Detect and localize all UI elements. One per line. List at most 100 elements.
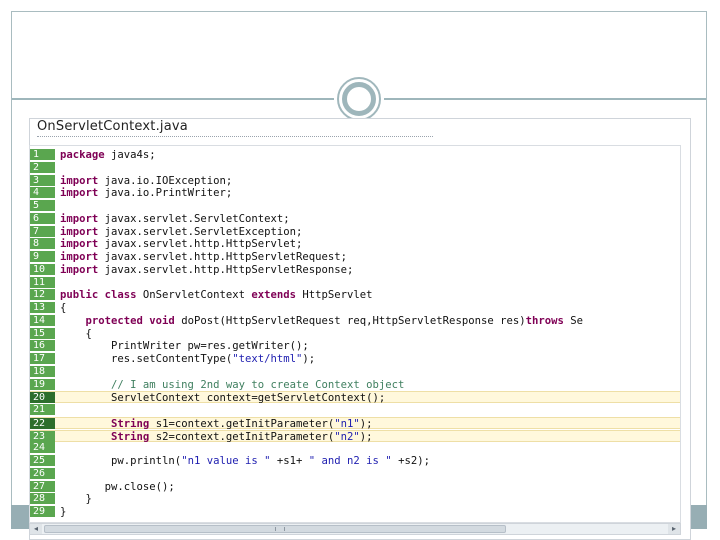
code-line[interactable]: 2: [30, 161, 680, 174]
code-line[interactable]: 10 import javax.servlet.http.HttpServletR…: [30, 263, 680, 276]
line-number: 10: [30, 263, 55, 276]
code-text: public class OnServletContext extends Ht…: [60, 289, 373, 301]
code-line[interactable]: 3 import java.io.IOException;: [30, 174, 680, 187]
code-line[interactable]: 1 package java4s;: [30, 149, 680, 161]
code-token: "n1 value is ": [181, 455, 271, 467]
code-line[interactable]: 22 String s1=context.getInitParameter("n…: [30, 416, 680, 430]
line-number: 5: [30, 200, 55, 212]
line-number: 7: [30, 225, 55, 238]
code-token: java4s;: [111, 149, 156, 161]
code-line[interactable]: 12 public class OnServletContext extends …: [30, 289, 680, 302]
line-number: 22: [30, 417, 55, 430]
code-line[interactable]: 29}: [30, 506, 680, 518]
code-token: java.io.IOException;: [104, 174, 233, 187]
code-line[interactable]: 15 {: [30, 327, 680, 340]
scroll-right-icon[interactable]: ▸: [668, 524, 680, 534]
code-text: import java.io.IOException;: [60, 175, 232, 187]
code-token: throws: [525, 314, 571, 327]
editor-tab-title[interactable]: OnServletContext.java: [37, 119, 188, 134]
divider-left: [12, 98, 334, 100]
scroll-left-icon[interactable]: ◂: [30, 524, 42, 534]
code-token: protected void: [85, 314, 182, 327]
code-token: }: [60, 493, 92, 506]
line-number: 13: [30, 302, 55, 314]
code-line[interactable]: 17 res.setContentType("text/html");: [30, 353, 680, 365]
code-line[interactable]: 9 import javax.servlet.http.HttpServletRe…: [30, 251, 680, 263]
line-number: 1: [30, 149, 55, 161]
line-number: 16: [30, 340, 55, 353]
code-text: import java.io.PrintWriter;: [60, 187, 232, 199]
code-token: " and n2 is ": [308, 455, 392, 467]
line-number: 17: [30, 353, 55, 365]
code-text: }: [60, 506, 66, 518]
code-token: "n1": [334, 417, 360, 430]
line-number: 18: [30, 365, 55, 378]
code-line[interactable]: 7 import javax.servlet.ServletException;: [30, 225, 680, 238]
line-number: 20: [30, 392, 55, 405]
code-line[interactable]: 5: [30, 200, 680, 212]
code-token: // I am using 2nd way to create Context …: [60, 378, 405, 391]
line-number: 11: [30, 276, 55, 289]
code-text: ServletContext context=getServletContext…: [60, 392, 385, 404]
code-line[interactable]: 6 import javax.servlet.ServletContext;: [30, 212, 680, 225]
code-token: pw.println(: [60, 455, 182, 467]
code-line[interactable]: 4 import java.io.PrintWriter;: [30, 187, 680, 200]
code-text: res.setContentType("text/html");: [60, 353, 315, 365]
code-line[interactable]: 28 }: [30, 493, 680, 506]
line-number: 14: [30, 314, 55, 327]
code-token: }: [60, 506, 67, 518]
line-number: 2: [30, 161, 55, 174]
line-number: 6: [30, 212, 55, 225]
code-text: pw.close();: [60, 481, 175, 493]
code-token: import: [60, 174, 105, 187]
code-line[interactable]: 18: [30, 365, 680, 378]
code-text: {: [60, 302, 66, 314]
code-line[interactable]: 13 {: [30, 302, 680, 314]
line-number: 8: [30, 238, 55, 251]
code-line[interactable]: 11: [30, 276, 680, 289]
code-token: {: [60, 302, 67, 314]
code-line[interactable]: 14 protected void doPost(HttpServletRequ…: [30, 314, 680, 327]
line-number: 24: [30, 442, 55, 455]
scroll-thumb[interactable]: [44, 525, 506, 533]
horizontal-scrollbar[interactable]: ◂ ▸: [29, 523, 681, 535]
code-line[interactable]: 21: [30, 404, 680, 416]
code-token: doPost(HttpServletRequest req,HttpServle…: [181, 314, 526, 327]
code-text: pw.println("n1 value is " +s1+ " and n2 …: [60, 455, 430, 467]
code-token: String: [111, 430, 156, 443]
line-number: 23: [30, 430, 55, 443]
code-line[interactable]: 24: [30, 442, 680, 455]
code-line[interactable]: 19 // I am using 2nd way to create Conte…: [30, 378, 680, 391]
code-line[interactable]: 23 String s2=context.getInitParameter("n…: [30, 429, 680, 443]
code-token: ServletContext context=getServletContext…: [60, 392, 386, 405]
code-token: import: [60, 212, 105, 225]
code-text: String s1=context.getInitParameter("n1")…: [60, 418, 373, 430]
code-line[interactable]: 25 pw.println("n1 value is " +s1+ " and …: [30, 455, 680, 467]
code-text: protected void doPost(HttpServletRequest…: [60, 314, 584, 327]
code-token: String: [111, 417, 156, 430]
code-token: HttpServlet: [302, 289, 373, 302]
code-editor[interactable]: 1 package java4s; 2 3 import java.io.IOExcep…: [29, 145, 681, 523]
code-token: package: [60, 149, 112, 161]
grip-icon: [275, 527, 285, 531]
code-line[interactable]: 16 PrintWriter pw=res.getWriter();: [30, 340, 680, 353]
code-line[interactable]: 20 ServletContext context=getServletCont…: [30, 391, 680, 405]
code-token: "text/html": [232, 353, 303, 365]
code-line[interactable]: 27 pw.close();: [30, 480, 680, 493]
line-number: 21: [30, 404, 55, 416]
code-text: import javax.servlet.ServletException;: [60, 226, 302, 238]
code-token: PrintWriter pw=res.getWriter();: [60, 340, 309, 353]
code-token: res.setContentType(: [60, 353, 233, 365]
code-token: import: [60, 263, 105, 276]
code-text: {: [60, 328, 92, 340]
code-line[interactable]: 8 import javax.servlet.http.HttpServlet;: [30, 238, 680, 251]
code-token: {: [60, 327, 92, 340]
code-text: import javax.servlet.http.HttpServletRes…: [60, 264, 353, 276]
code-token: +s1+: [270, 455, 309, 467]
code-text: import javax.servlet.ServletContext;: [60, 213, 290, 225]
code-text: package java4s;: [60, 149, 156, 161]
code-line[interactable]: 26: [30, 467, 680, 480]
